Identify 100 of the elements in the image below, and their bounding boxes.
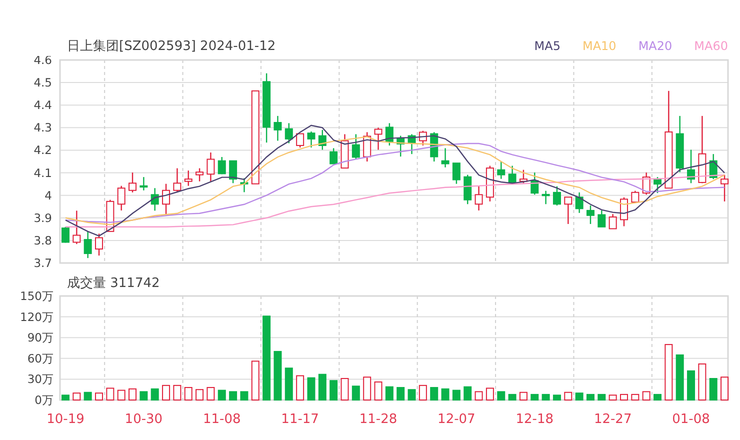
candlestick: [687, 150, 696, 184]
volume-bar: [251, 360, 260, 400]
candlestick: [330, 148, 338, 164]
volume-bar: [709, 378, 718, 400]
axis-label: 120万: [20, 310, 54, 324]
legend-label: MA60: [694, 39, 728, 53]
volume-bar: [352, 386, 360, 400]
volume-bar: [586, 394, 594, 400]
candlestick: [218, 157, 226, 174]
candlestick: [575, 192, 584, 213]
candlestick: [464, 174, 472, 204]
date-label: 12-07: [438, 412, 476, 427]
axis-label: 4: [44, 188, 52, 202]
candlestick: [374, 128, 382, 150]
axis-label: 4.4: [34, 98, 52, 112]
volume-bar: [542, 394, 550, 400]
candlestick: [363, 132, 372, 162]
volume-bar: [631, 394, 640, 400]
candlestick: [698, 116, 706, 184]
candlestick: [340, 134, 349, 169]
candlestick: [631, 190, 640, 203]
candlestick: [564, 196, 572, 224]
volume-bar: [497, 391, 506, 400]
axis-label: 150万: [20, 289, 54, 303]
volume-bar: [218, 390, 226, 400]
volume-bar: [117, 390, 126, 400]
axis-label: 90万: [27, 330, 54, 345]
candlestick: [508, 166, 516, 184]
candlestick: [262, 73, 271, 143]
legend-label: MA20: [638, 39, 672, 53]
volume-bar: [452, 390, 460, 400]
candlestick: [418, 130, 427, 146]
volume-bar: [128, 388, 137, 400]
volume-bar: [654, 394, 662, 400]
candlestick: [150, 188, 159, 211]
candlestick: [385, 123, 394, 146]
volume-bar: [296, 375, 304, 400]
volume-bar: [173, 384, 182, 400]
volume-bar: [575, 392, 584, 400]
volume-bar: [229, 391, 238, 400]
candlestick: [296, 133, 304, 148]
volume-bar: [441, 388, 450, 400]
volume-bar: [307, 377, 316, 400]
volume-bar: [698, 363, 706, 400]
volume-bar: [84, 392, 92, 400]
volume-bar: [720, 376, 729, 400]
volume-bar: [206, 387, 215, 400]
volume-bar: [62, 394, 70, 400]
candlestick: [72, 210, 81, 244]
candlestick: [95, 234, 103, 256]
volume-bar: [318, 374, 326, 400]
candlestick: [474, 186, 483, 210]
date-label: 11-08: [203, 412, 241, 427]
candlestick: [542, 190, 550, 204]
date-label: 11-17: [281, 412, 319, 427]
volume-bar: [330, 380, 338, 400]
axis-label: 0万: [34, 393, 54, 407]
volume-bar: [106, 388, 114, 400]
volume-bar: [620, 394, 628, 400]
candlestick: [709, 154, 718, 180]
candlestick: [441, 148, 450, 168]
candlestick: [173, 168, 182, 192]
candlestick: [408, 134, 416, 154]
candlestick: [274, 116, 282, 141]
axis-label: 3.9: [34, 210, 52, 225]
candlestick: [598, 210, 606, 228]
date-label: 11-28: [359, 412, 398, 427]
volume-bar: [418, 384, 427, 400]
volume-bar: [408, 389, 416, 400]
candlestick: [720, 174, 729, 202]
candlestick: [396, 136, 405, 157]
axis-label: 3.7: [34, 256, 52, 270]
volume-bar: [676, 354, 684, 400]
candlestick: [240, 178, 248, 192]
axis-label: 4.2: [34, 143, 52, 158]
candlestick: [184, 170, 192, 186]
axis-label: 60万: [27, 351, 54, 366]
volume-bar: [274, 350, 282, 400]
volume-bar: [162, 384, 170, 400]
date-label: 10-30: [124, 412, 163, 427]
date-label: 10-19: [46, 412, 84, 427]
candlestick: [620, 197, 628, 226]
volume-bar: [474, 391, 483, 400]
candlestick: [530, 172, 539, 195]
volume-bar: [642, 391, 650, 400]
volume-bar: [519, 392, 528, 400]
volume-bar: [396, 387, 405, 400]
volume-bar: [95, 392, 103, 400]
axis-label: 30万: [27, 372, 54, 386]
volume-label: 成交量 311742: [67, 276, 160, 291]
candlestick: [117, 186, 126, 210]
volume-bar: [184, 387, 192, 400]
volume-bar: [374, 381, 382, 400]
volume-bar: [340, 378, 349, 400]
volume-bar: [608, 394, 617, 400]
axis-label: 4.3: [34, 120, 52, 135]
date-label: 12-27: [594, 412, 632, 427]
date-label: 12-18: [516, 412, 554, 427]
candlestick: [318, 130, 326, 150]
volume-bar: [363, 376, 372, 400]
